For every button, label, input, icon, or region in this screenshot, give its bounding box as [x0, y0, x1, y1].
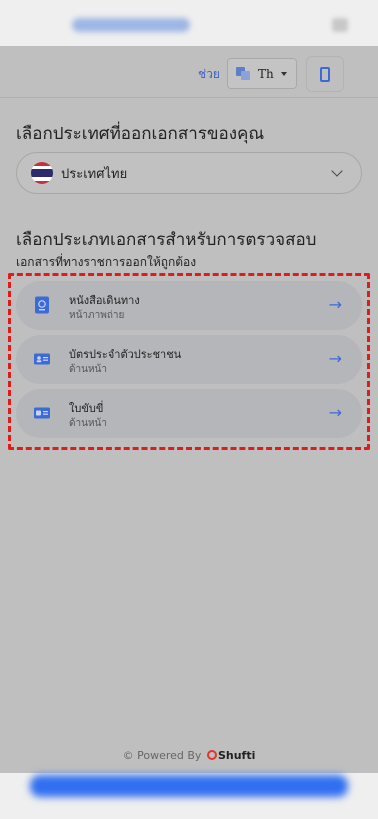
powered-by-text: © Powered By	[122, 749, 202, 762]
document-name: บัตรประจำตัวประชาชน	[69, 348, 182, 361]
language-label: Th	[258, 66, 274, 81]
bottom-bar	[0, 773, 378, 819]
id-card-icon	[34, 353, 50, 365]
caret-down-icon	[280, 71, 287, 76]
document-option-driving-license[interactable]: ใบขับขี่ ด้านหน้า →	[16, 389, 362, 438]
chevron-down-icon	[331, 165, 343, 177]
language-selector[interactable]: Th	[227, 58, 297, 89]
country-section-title: เลือกประเทศที่ออกเอกสารของคุณ	[16, 124, 265, 144]
translate-icon	[236, 67, 250, 80]
selected-country: ประเทศไทย	[61, 166, 128, 182]
document-name: หนังสือเดินทาง	[69, 294, 140, 307]
document-side: หน้าภาพถ่าย	[69, 310, 125, 321]
blurred-menu-icon	[332, 18, 348, 32]
top-bar	[0, 0, 378, 46]
blurred-continue-button	[30, 775, 348, 797]
document-section-title: เลือกประเภทเอกสารสำหรับการตรวจสอบ	[16, 230, 317, 250]
document-option-id-card[interactable]: บัตรประจำตัวประชาชน ด้านหน้า →	[16, 335, 362, 384]
driving-license-icon	[34, 407, 50, 419]
verification-panel: ช่วย Th เลือกประเทศที่ออกเอกสารของคุณ ปร…	[0, 46, 378, 773]
arrow-right-icon: →	[328, 403, 342, 422]
brand-name: Shufti	[217, 749, 256, 762]
switch-to-phone-button[interactable]	[306, 56, 344, 92]
document-side: ด้านหน้า	[69, 364, 107, 375]
thailand-flag-icon	[31, 162, 53, 184]
document-option-passport[interactable]: หนังสือเดินทาง หน้าภาพถ่าย →	[16, 281, 362, 330]
arrow-right-icon: →	[328, 295, 342, 314]
document-name: ใบขับขี่	[69, 402, 104, 415]
document-side: ด้านหน้า	[69, 418, 107, 429]
help-link[interactable]: ช่วย	[198, 65, 220, 84]
shufti-logo-icon	[206, 750, 217, 760]
panel-header: ช่วย Th	[0, 46, 378, 98]
arrow-right-icon: →	[328, 349, 342, 368]
passport-icon	[35, 296, 49, 314]
document-section-subtitle: เอกสารที่ทางราชการออกให้ถูกต้อง	[16, 255, 197, 269]
phone-icon	[320, 66, 330, 82]
powered-by-footer: © Powered By Shufti	[0, 749, 378, 762]
blurred-url-bar	[72, 18, 190, 32]
country-select[interactable]: ประเทศไทย	[16, 152, 362, 194]
